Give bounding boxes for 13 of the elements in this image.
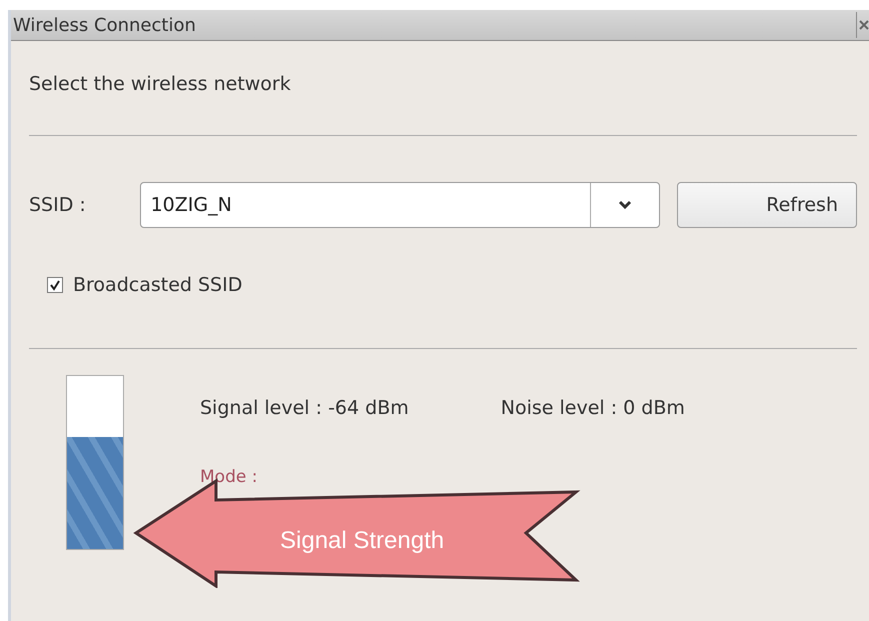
chevron-down-icon [618,200,632,210]
close-icon[interactable] [856,12,869,38]
window-title: Wireless Connection [12,14,196,36]
ssid-dropdown[interactable]: 10ZIG_N [140,182,660,228]
broadcasted-checkbox[interactable] [47,277,63,293]
instruction-text: Select the wireless network [29,73,292,95]
broadcasted-label: Broadcasted SSID [73,274,242,296]
callout-label: Signal Strength [280,527,444,555]
signal-level-text: Signal level : -64 dBm [200,397,409,419]
ssid-label: SSID : [29,194,87,216]
mode-label: Mode : [200,467,258,487]
noise-level-text: Noise level : 0 dBm [500,397,685,419]
refresh-button[interactable]: Refresh [676,182,857,228]
